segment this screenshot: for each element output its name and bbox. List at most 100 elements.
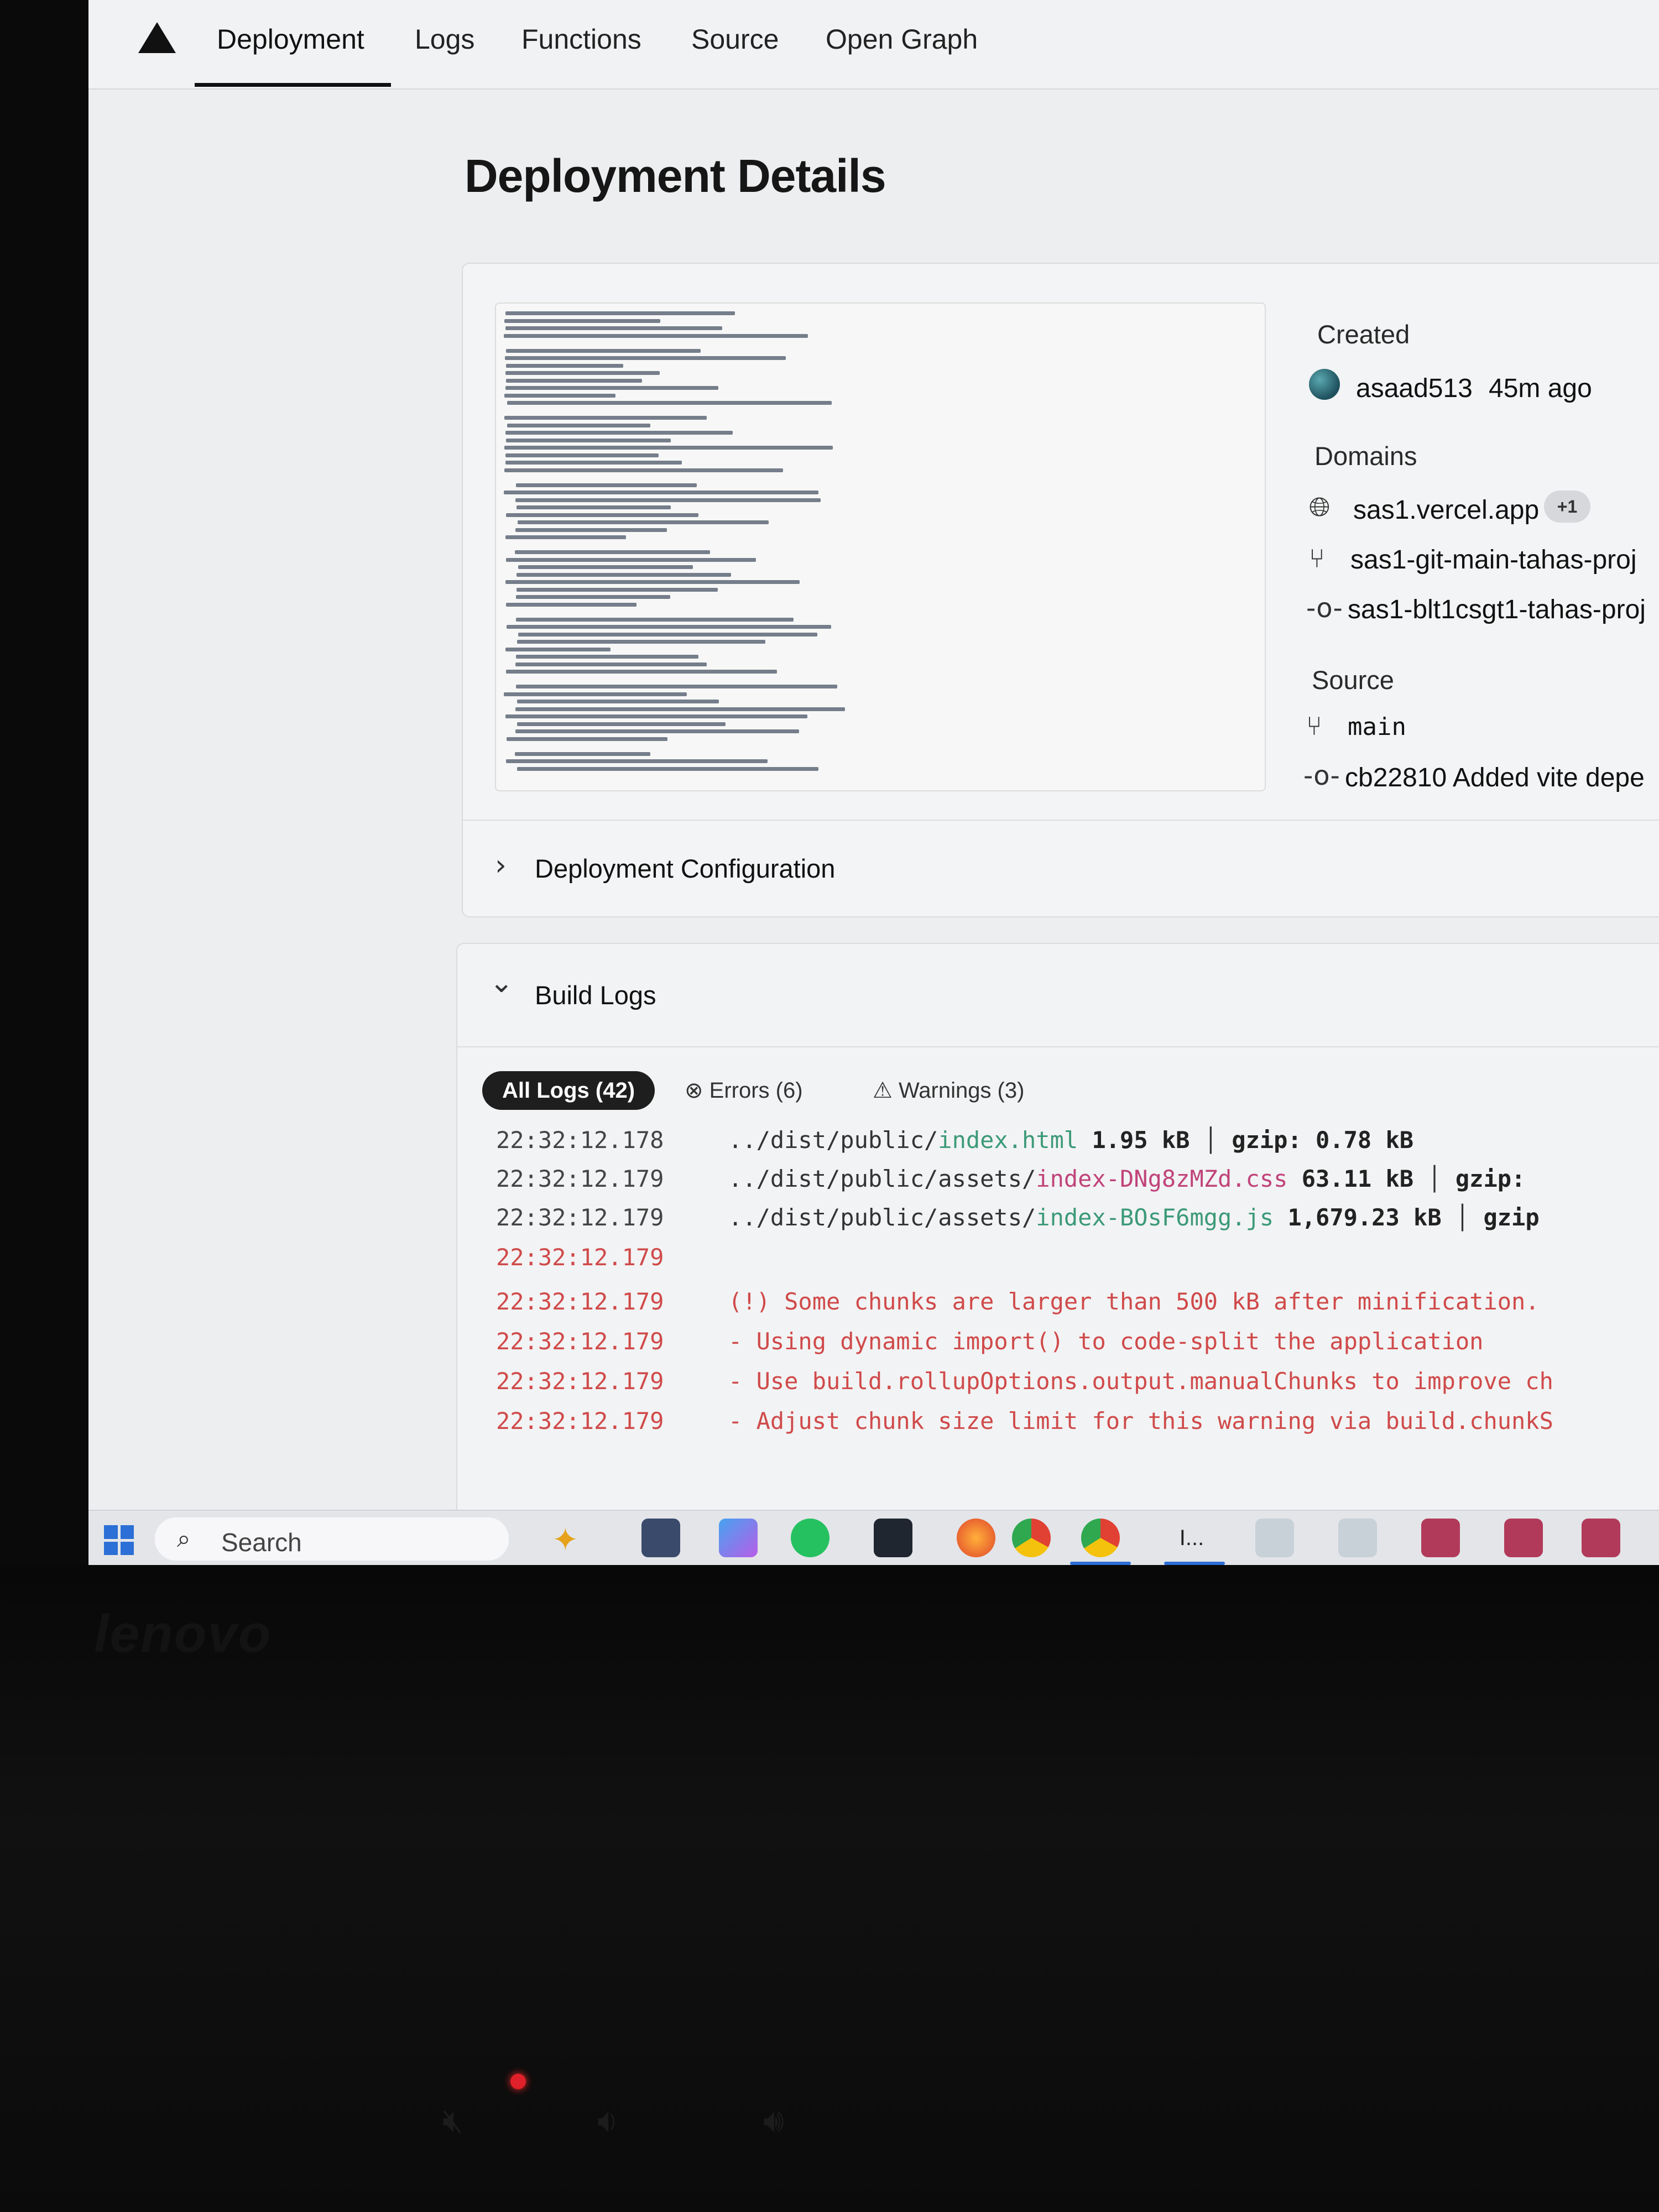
preview-code-line bbox=[504, 491, 819, 494]
winrar-icon[interactable] bbox=[1504, 1519, 1543, 1557]
domain-link[interactable]: sas1.vercel.app bbox=[1353, 495, 1539, 525]
preview-code-line bbox=[507, 401, 832, 405]
preview-code-line bbox=[504, 356, 786, 360]
created-time: 45m ago bbox=[1489, 374, 1592, 403]
log-row-warning: 22:32:12.179 bbox=[496, 1244, 1659, 1282]
filter-errors-label: Errors (6) bbox=[709, 1078, 803, 1103]
globe-icon: 🌐︎ bbox=[1309, 492, 1331, 523]
preview-code-line bbox=[505, 348, 701, 353]
branch-icon: ⑂ bbox=[1306, 711, 1322, 742]
author-name[interactable]: asaad513 bbox=[1356, 373, 1473, 404]
app-window-icon[interactable]: I... bbox=[1172, 1519, 1211, 1557]
chrome-icon[interactable] bbox=[1012, 1519, 1051, 1557]
avatar[interactable] bbox=[1309, 369, 1340, 400]
log-row-warning: 22:32:12.179 (!) Some chunks are larger … bbox=[496, 1288, 1659, 1327]
preview-code-line bbox=[505, 647, 611, 651]
copilot-icon[interactable]: ✦ bbox=[552, 1521, 579, 1558]
preview-code-line bbox=[518, 565, 693, 569]
preview-code-line bbox=[516, 505, 671, 509]
log-row-warning: 22:32:12.179 - Use build.rollupOptions.o… bbox=[496, 1368, 1659, 1406]
preview-code-line bbox=[506, 557, 756, 562]
laptop-brand-logo: lenovo bbox=[94, 1604, 272, 1663]
chrome-profile-icon[interactable] bbox=[1081, 1519, 1120, 1557]
build-logs-card: ⌄ Build Logs All Logs (42) ⊗ Errors (6) … bbox=[456, 943, 1659, 1565]
preview-code-line bbox=[506, 438, 671, 442]
deployment-configuration-toggle[interactable]: › Deployment Configuration bbox=[463, 822, 1659, 914]
vercel-logo-icon[interactable] bbox=[138, 22, 176, 53]
copilot-app-icon[interactable] bbox=[719, 1519, 758, 1557]
preview-code-line bbox=[504, 446, 833, 450]
preview-code-line bbox=[507, 625, 831, 629]
log-row-warning: 22:32:12.179 - Adjust chunk size limit f… bbox=[496, 1407, 1659, 1446]
preview-code-line bbox=[505, 453, 659, 457]
windows-start-button[interactable] bbox=[104, 1525, 134, 1555]
created-label: Created bbox=[1317, 320, 1410, 349]
log-message: ../dist/public/assets/index-DNg8zMZd.css… bbox=[728, 1165, 1526, 1192]
task-view-icon[interactable] bbox=[641, 1519, 680, 1557]
preview-code-line bbox=[505, 386, 718, 390]
tab-source[interactable]: Source bbox=[691, 23, 779, 55]
source-branch[interactable]: main bbox=[1348, 713, 1406, 741]
log-timestamp: 22:32:12.179 bbox=[496, 1204, 664, 1231]
preview-code-line bbox=[505, 311, 735, 315]
notepad-icon[interactable] bbox=[1255, 1519, 1294, 1557]
taskbar: ⌕ Search ✦ I... bbox=[88, 1510, 1659, 1565]
preview-code-line bbox=[515, 595, 670, 599]
filter-warnings[interactable]: ⚠ Warnings (3) bbox=[853, 1071, 1044, 1110]
source-commit[interactable]: cb22810 Added vite depe bbox=[1345, 763, 1645, 793]
preview-code-line bbox=[505, 714, 808, 718]
filter-all-logs[interactable]: All Logs (42) bbox=[482, 1071, 655, 1110]
mute-key-icon: 🔇︎ bbox=[442, 2102, 463, 2139]
firefox-icon[interactable] bbox=[957, 1519, 995, 1557]
preview-code-line bbox=[515, 498, 821, 502]
preview-code-line bbox=[504, 333, 808, 338]
chevron-right-icon: › bbox=[495, 849, 507, 882]
source-label: Source bbox=[1312, 665, 1394, 695]
camera-indicator-light bbox=[510, 2074, 526, 2089]
notepad-icon[interactable] bbox=[1338, 1519, 1377, 1557]
commit-icon: -o- bbox=[1306, 593, 1343, 624]
preview-code-line bbox=[504, 468, 784, 472]
log-message: - Using dynamic import() to code-split t… bbox=[728, 1328, 1484, 1355]
domain-link[interactable]: sas1-git-main-tahas-proj bbox=[1350, 545, 1637, 575]
tab-functions[interactable]: Functions bbox=[521, 23, 641, 55]
preview-code-line bbox=[515, 617, 794, 622]
whatsapp-icon[interactable] bbox=[791, 1519, 830, 1557]
preview-code-line bbox=[515, 685, 838, 688]
warning-triangle-icon: ⚠ bbox=[873, 1078, 899, 1103]
tab-deployment[interactable]: Deployment bbox=[217, 23, 364, 55]
preview-code-line bbox=[505, 326, 723, 330]
preview-code-line bbox=[506, 378, 643, 383]
log-timestamp: 22:32:12.179 bbox=[496, 1328, 664, 1355]
preview-code-line bbox=[505, 513, 699, 517]
log-list[interactable]: 22:32:12.178 ../dist/public/index.html 1… bbox=[457, 1126, 1659, 1565]
filter-errors[interactable]: ⊗ Errors (6) bbox=[665, 1071, 823, 1110]
terminal-icon[interactable] bbox=[874, 1519, 912, 1557]
preview-code-line bbox=[504, 692, 687, 696]
build-logs-label: Build Logs bbox=[535, 980, 656, 1010]
preview-code-line bbox=[515, 662, 707, 666]
tab-open-graph[interactable]: Open Graph bbox=[826, 23, 978, 55]
preview-code-line bbox=[517, 766, 819, 771]
preview-code-line bbox=[517, 520, 769, 524]
active-tab-indicator bbox=[195, 83, 391, 87]
preview-code-line bbox=[504, 416, 707, 420]
preview-code-line bbox=[516, 587, 718, 592]
deployment-preview[interactable] bbox=[495, 302, 1266, 791]
tab-logs[interactable]: Logs bbox=[415, 23, 474, 55]
winrar-icon[interactable] bbox=[1421, 1519, 1460, 1557]
preview-code-line bbox=[504, 319, 661, 323]
preview-code-line bbox=[515, 550, 711, 554]
preview-code-line bbox=[505, 461, 682, 465]
log-timestamp: 22:32:12.179 bbox=[496, 1244, 664, 1271]
log-row: 22:32:12.178 ../dist/public/index.html 1… bbox=[496, 1126, 1659, 1165]
taskbar-search[interactable]: ⌕ Search bbox=[155, 1517, 509, 1561]
build-logs-toggle[interactable]: ⌄ Build Logs bbox=[457, 944, 1659, 1047]
winrar-icon[interactable] bbox=[1582, 1519, 1620, 1557]
filter-warnings-label: Warnings (3) bbox=[898, 1078, 1025, 1103]
preview-code-line bbox=[507, 737, 668, 741]
preview-code-line bbox=[505, 371, 660, 375]
log-timestamp: 22:32:12.178 bbox=[496, 1126, 664, 1154]
domain-link[interactable]: sas1-blt1csgt1-tahas-proj bbox=[1348, 594, 1646, 625]
more-domains-badge[interactable]: +1 bbox=[1544, 491, 1590, 523]
